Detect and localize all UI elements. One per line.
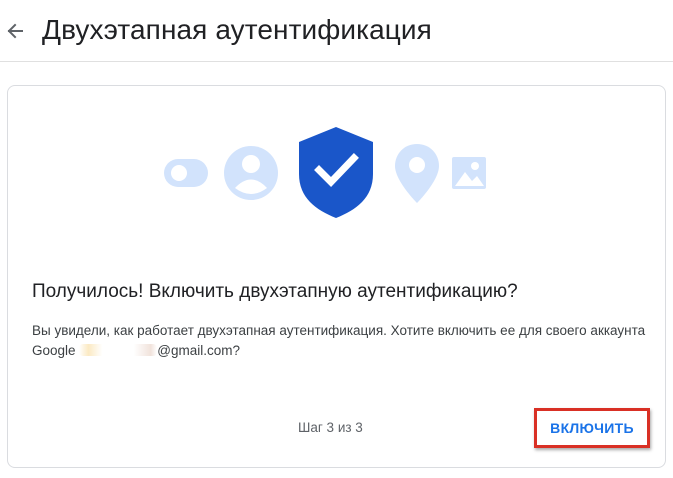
top-bar: Двухэтапная аутентификация [0,0,673,62]
confirmation-card: Получилось! Включить двухэтапную аутенти… [7,85,666,468]
step-indicator: Шаг 3 из 3 [298,420,363,435]
image-icon [452,157,486,189]
location-pin-icon [395,144,439,203]
card-heading: Получилось! Включить двухэтапную аутенти… [32,281,518,302]
page-title: Двухэтапная аутентификация [42,14,432,45]
illustration [164,127,486,218]
enable-button[interactable]: ВКЛЮЧИТЬ [534,408,650,448]
redacted-email-username [79,344,158,356]
shield-check-icon [299,127,373,218]
arrow-left-icon [7,23,23,39]
toggle-icon [164,159,208,187]
email-domain: @gmail.com? [157,343,241,358]
back-button[interactable] [4,20,26,42]
card-description: Вы увидели, как работает двухэтапная аут… [32,321,652,361]
account-icon [224,146,278,200]
